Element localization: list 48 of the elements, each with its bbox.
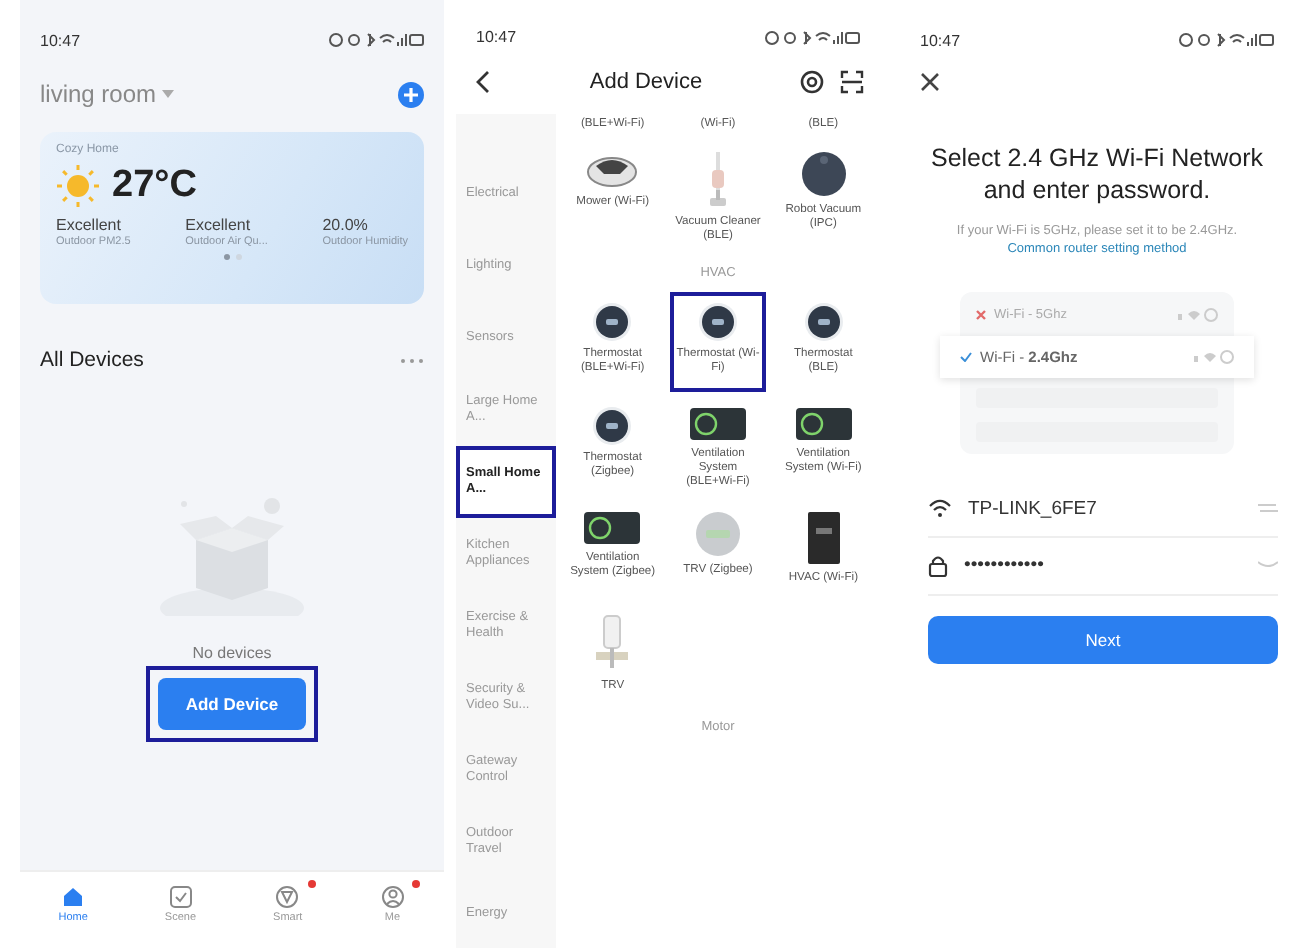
status-icons-drawing xyxy=(764,29,860,45)
round-valve-icon xyxy=(693,509,742,558)
thermostat-icon xyxy=(803,301,844,342)
home-icon xyxy=(60,884,87,910)
signal-icons xyxy=(1178,307,1218,322)
next-button[interactable]: Next xyxy=(928,615,1278,664)
radiator-valve-icon xyxy=(592,613,633,674)
close-icon[interactable] xyxy=(920,72,940,92)
ventilation-unit-icon xyxy=(793,405,854,442)
wifi-name-field[interactable]: TP-LINK_6FE7 xyxy=(968,497,1242,520)
setup-heading: Select 2.4 GHz Wi-Fi Network and enter password. xyxy=(928,144,1265,207)
scan-icon[interactable] xyxy=(839,70,864,94)
add-icon[interactable] xyxy=(398,81,424,107)
section-title: All Devices xyxy=(40,348,144,372)
stat-value: Excellent xyxy=(185,216,253,234)
cross-icon xyxy=(976,309,986,320)
compass-icon xyxy=(274,884,301,910)
checkbox-icon xyxy=(167,884,194,910)
sun-icon xyxy=(56,164,100,208)
ventilation-unit-icon xyxy=(687,405,748,442)
wifi-icon xyxy=(928,498,952,519)
signal-icons xyxy=(1194,349,1234,364)
thermostat-icon xyxy=(592,405,633,446)
dropdown-icon[interactable] xyxy=(162,90,175,98)
page-dot[interactable] xyxy=(223,254,229,260)
temperature: 27°C xyxy=(112,164,197,208)
robot-vacuum-icon xyxy=(799,149,848,198)
stat-value: 20.0% xyxy=(322,216,370,234)
status-time: 10:47 xyxy=(40,31,81,49)
status-time: 10:47 xyxy=(920,31,961,49)
add-device-button[interactable]: Add Device xyxy=(157,678,307,730)
lock-icon xyxy=(928,553,948,578)
status-icons-drawing xyxy=(328,32,424,48)
control-panel-icon xyxy=(805,509,842,566)
target-icon[interactable] xyxy=(799,70,824,94)
status-time: 10:47 xyxy=(476,28,517,46)
status-icons-drawing xyxy=(1178,32,1274,48)
stat-value: Excellent xyxy=(56,216,123,234)
check-icon xyxy=(960,351,972,362)
thermostat-icon xyxy=(697,301,738,342)
user-icon xyxy=(379,884,406,910)
thermostat-icon xyxy=(592,301,633,342)
more-icon[interactable] xyxy=(400,357,424,363)
password-field[interactable]: •••••••••••• xyxy=(964,554,1242,577)
back-icon[interactable] xyxy=(476,70,492,94)
screen-title: Add Device xyxy=(589,70,703,94)
empty-message: No devices xyxy=(192,644,272,662)
ventilation-unit-icon xyxy=(582,509,643,546)
